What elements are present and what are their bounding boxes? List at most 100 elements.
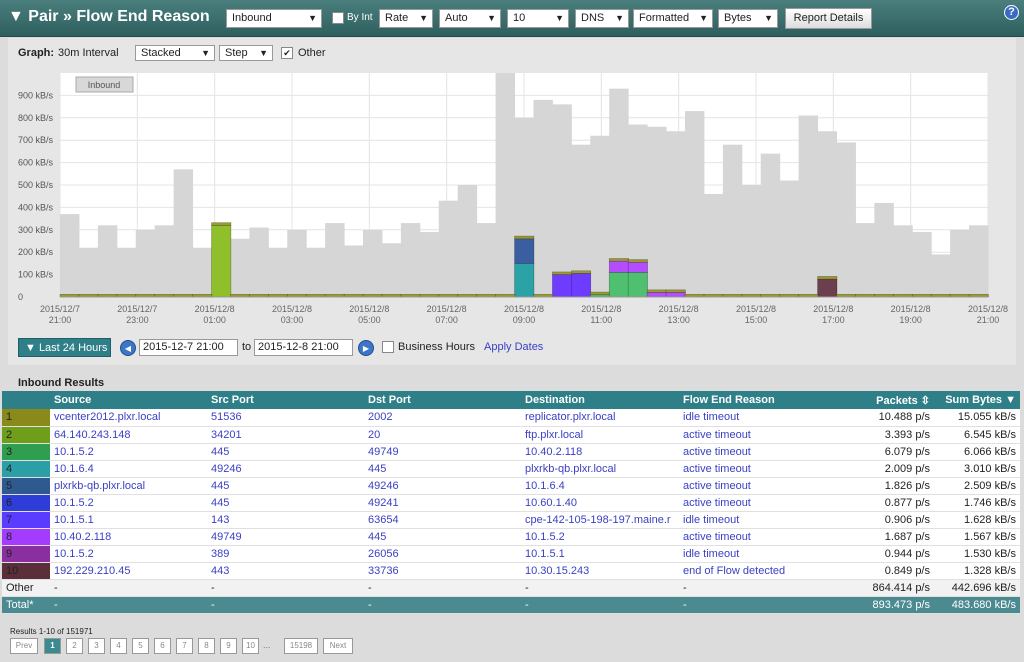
source-cell[interactable]: 10.1.5.1	[50, 511, 207, 529]
last-page-button[interactable]: 15198	[284, 638, 318, 654]
dst-port-cell[interactable]: 445	[364, 528, 521, 546]
bytes-cell: 1.530 kB/s	[934, 545, 1020, 563]
src-port-cell[interactable]: 49749	[207, 528, 364, 546]
table-row[interactable]: 10 192.229.210.45 443 33736 10.30.15.243 end …	[2, 562, 1020, 580]
page-button-6[interactable]: 6	[154, 638, 171, 654]
traffic-chart: 0 100 kB/s 200 kB/s 300 kB/s 400 kB/s 500 kB/…	[18, 73, 1008, 325]
src-port-cell[interactable]: 49246	[207, 460, 364, 478]
start-date-input[interactable]: 2015-12-7 21:00	[139, 339, 238, 356]
next-range-icon[interactable]: ▶	[358, 340, 374, 356]
destination-cell[interactable]: 10.1.5.1	[521, 545, 679, 563]
destination-cell[interactable]: 10.40.2.118	[521, 443, 679, 461]
series-bar-1	[211, 225, 232, 298]
reason-cell[interactable]: active timeout	[679, 494, 839, 512]
packets-column-header[interactable]: Packets ⇳	[839, 391, 934, 409]
dst-port-cell[interactable]: 33736	[364, 562, 521, 580]
dst-port-cell[interactable]: 49246	[364, 477, 521, 495]
page-button-1[interactable]: 1	[44, 638, 61, 654]
next-page-button[interactable]: Next	[323, 638, 353, 654]
src-port-cell[interactable]: 389	[207, 545, 364, 563]
destination-cell[interactable]: replicator.plxr.local	[521, 409, 679, 427]
table-row[interactable]: 7 10.1.5.1 143 63654 cpe-142-105-198-197.mai…	[2, 511, 1020, 529]
dst-port-cell[interactable]: 63654	[364, 511, 521, 529]
page-button-4[interactable]: 4	[110, 638, 127, 654]
last-24-hours-button[interactable]: ▼ Last 24 Hours	[18, 338, 111, 357]
src-port-cell[interactable]: 443	[207, 562, 364, 580]
other-traffic-bar	[647, 126, 667, 297]
page-button-7[interactable]: 7	[176, 638, 193, 654]
table-row[interactable]: 2 64.140.243.148 34201 20 ftp.plxr.local acti…	[2, 426, 1020, 444]
destination-cell[interactable]: 10.1.6.4	[521, 477, 679, 495]
flow-end-reason-column-header[interactable]: Flow End Reason	[679, 391, 839, 409]
reason-cell[interactable]: active timeout	[679, 528, 839, 546]
src-port-cell[interactable]: 34201	[207, 426, 364, 444]
sort-toggle-icon[interactable]: ⇳	[921, 395, 930, 407]
source-cell[interactable]: 10.1.5.2	[50, 494, 207, 512]
dst-port-cell[interactable]: 49749	[364, 443, 521, 461]
destination-cell[interactable]: ftp.plxr.local	[521, 426, 679, 444]
destination-cell[interactable]: 10.30.15.243	[521, 562, 679, 580]
table-row[interactable]: 6 10.1.5.2 445 49241 10.60.1.40 active timeou…	[2, 494, 1020, 512]
reason-cell[interactable]: end of Flow detected	[679, 562, 839, 580]
reason-cell[interactable]: idle timeout	[679, 545, 839, 563]
source-cell[interactable]: vcenter2012.plxr.local	[50, 409, 207, 427]
source-cell[interactable]: 10.40.2.118	[50, 528, 207, 546]
dst-port-column-header[interactable]: Dst Port	[364, 391, 521, 409]
source-column-header[interactable]: Source	[50, 391, 207, 409]
table-row[interactable]: 8 10.40.2.118 49749 445 10.1.5.2 active timeo…	[2, 528, 1020, 546]
dst-port-cell[interactable]: 26056	[364, 545, 521, 563]
src-port-cell[interactable]: 445	[207, 477, 364, 495]
dst-port-cell[interactable]: 49241	[364, 494, 521, 512]
source-cell[interactable]: 10.1.5.2	[50, 443, 207, 461]
page-button-2[interactable]: 2	[66, 638, 83, 654]
destination-column-header[interactable]: Destination	[521, 391, 679, 409]
page-button-10[interactable]: 10	[242, 638, 259, 654]
reason-cell[interactable]: idle timeout	[679, 409, 839, 427]
dst-port-cell[interactable]: 20	[364, 426, 521, 444]
source-cell[interactable]: 64.140.243.148	[50, 426, 207, 444]
other-traffic-bar	[268, 247, 288, 297]
rank-cell: 9	[2, 545, 50, 563]
page-button-8[interactable]: 8	[198, 638, 215, 654]
table-row[interactable]: 1 vcenter2012.plxr.local 51536 2002 replicat…	[2, 409, 1020, 427]
reason-cell[interactable]: active timeout	[679, 443, 839, 461]
total-bytes: 483.680 kB/s	[934, 596, 1020, 614]
table-row[interactable]: 5 plxrkb-qb.plxr.local 445 49246 10.1.6.4 act…	[2, 477, 1020, 495]
source-cell[interactable]: 10.1.6.4	[50, 460, 207, 478]
reason-cell[interactable]: active timeout	[679, 477, 839, 495]
reason-cell[interactable]: active timeout	[679, 460, 839, 478]
src-port-cell[interactable]: 445	[207, 443, 364, 461]
table-row[interactable]: 9 10.1.5.2 389 26056 10.1.5.1 idle timeout 0.9…	[2, 545, 1020, 563]
source-cell[interactable]: 192.229.210.45	[50, 562, 207, 580]
source-cell[interactable]: 10.1.5.2	[50, 545, 207, 563]
destination-cell[interactable]: plxrkb-qb.plxr.local	[521, 460, 679, 478]
destination-cell[interactable]: 10.1.5.2	[521, 528, 679, 546]
sum-bytes-column-header[interactable]: Sum Bytes ▼	[934, 391, 1020, 409]
other-traffic-bar	[438, 200, 459, 297]
other-traffic-bar	[874, 202, 894, 297]
reason-cell[interactable]: active timeout	[679, 426, 839, 444]
src-port-cell[interactable]: 445	[207, 494, 364, 512]
business-hours-checkbox[interactable]	[382, 341, 394, 353]
page-button-9[interactable]: 9	[220, 638, 237, 654]
reason-cell[interactable]: idle timeout	[679, 511, 839, 529]
dst-port-cell[interactable]: 2002	[364, 409, 521, 427]
page-button-3[interactable]: 3	[88, 638, 105, 654]
sort-descending-icon[interactable]: ▼	[1005, 394, 1016, 406]
prev-page-button[interactable]: Prev	[10, 638, 38, 654]
other-traffic-bar	[476, 223, 497, 297]
series-bar-6	[646, 292, 667, 298]
src-port-column-header[interactable]: Src Port	[207, 391, 364, 409]
dst-port-cell[interactable]: 445	[364, 460, 521, 478]
src-port-cell[interactable]: 143	[207, 511, 364, 529]
source-cell[interactable]: plxrkb-qb.plxr.local	[50, 477, 207, 495]
destination-cell[interactable]: cpe-142-105-198-197.maine.r	[521, 511, 679, 529]
destination-cell[interactable]: 10.60.1.40	[521, 494, 679, 512]
page-button-5[interactable]: 5	[132, 638, 149, 654]
apply-dates-link[interactable]: Apply Dates	[484, 341, 543, 353]
table-row[interactable]: 4 10.1.6.4 49246 445 plxrkb-qb.plxr.local act…	[2, 460, 1020, 478]
src-port-cell[interactable]: 51536	[207, 409, 364, 427]
table-row[interactable]: 3 10.1.5.2 445 49749 10.40.2.118 active timeo…	[2, 443, 1020, 461]
prev-range-icon[interactable]: ◀	[120, 340, 136, 356]
end-date-input[interactable]: 2015-12-8 21:00	[254, 339, 353, 356]
